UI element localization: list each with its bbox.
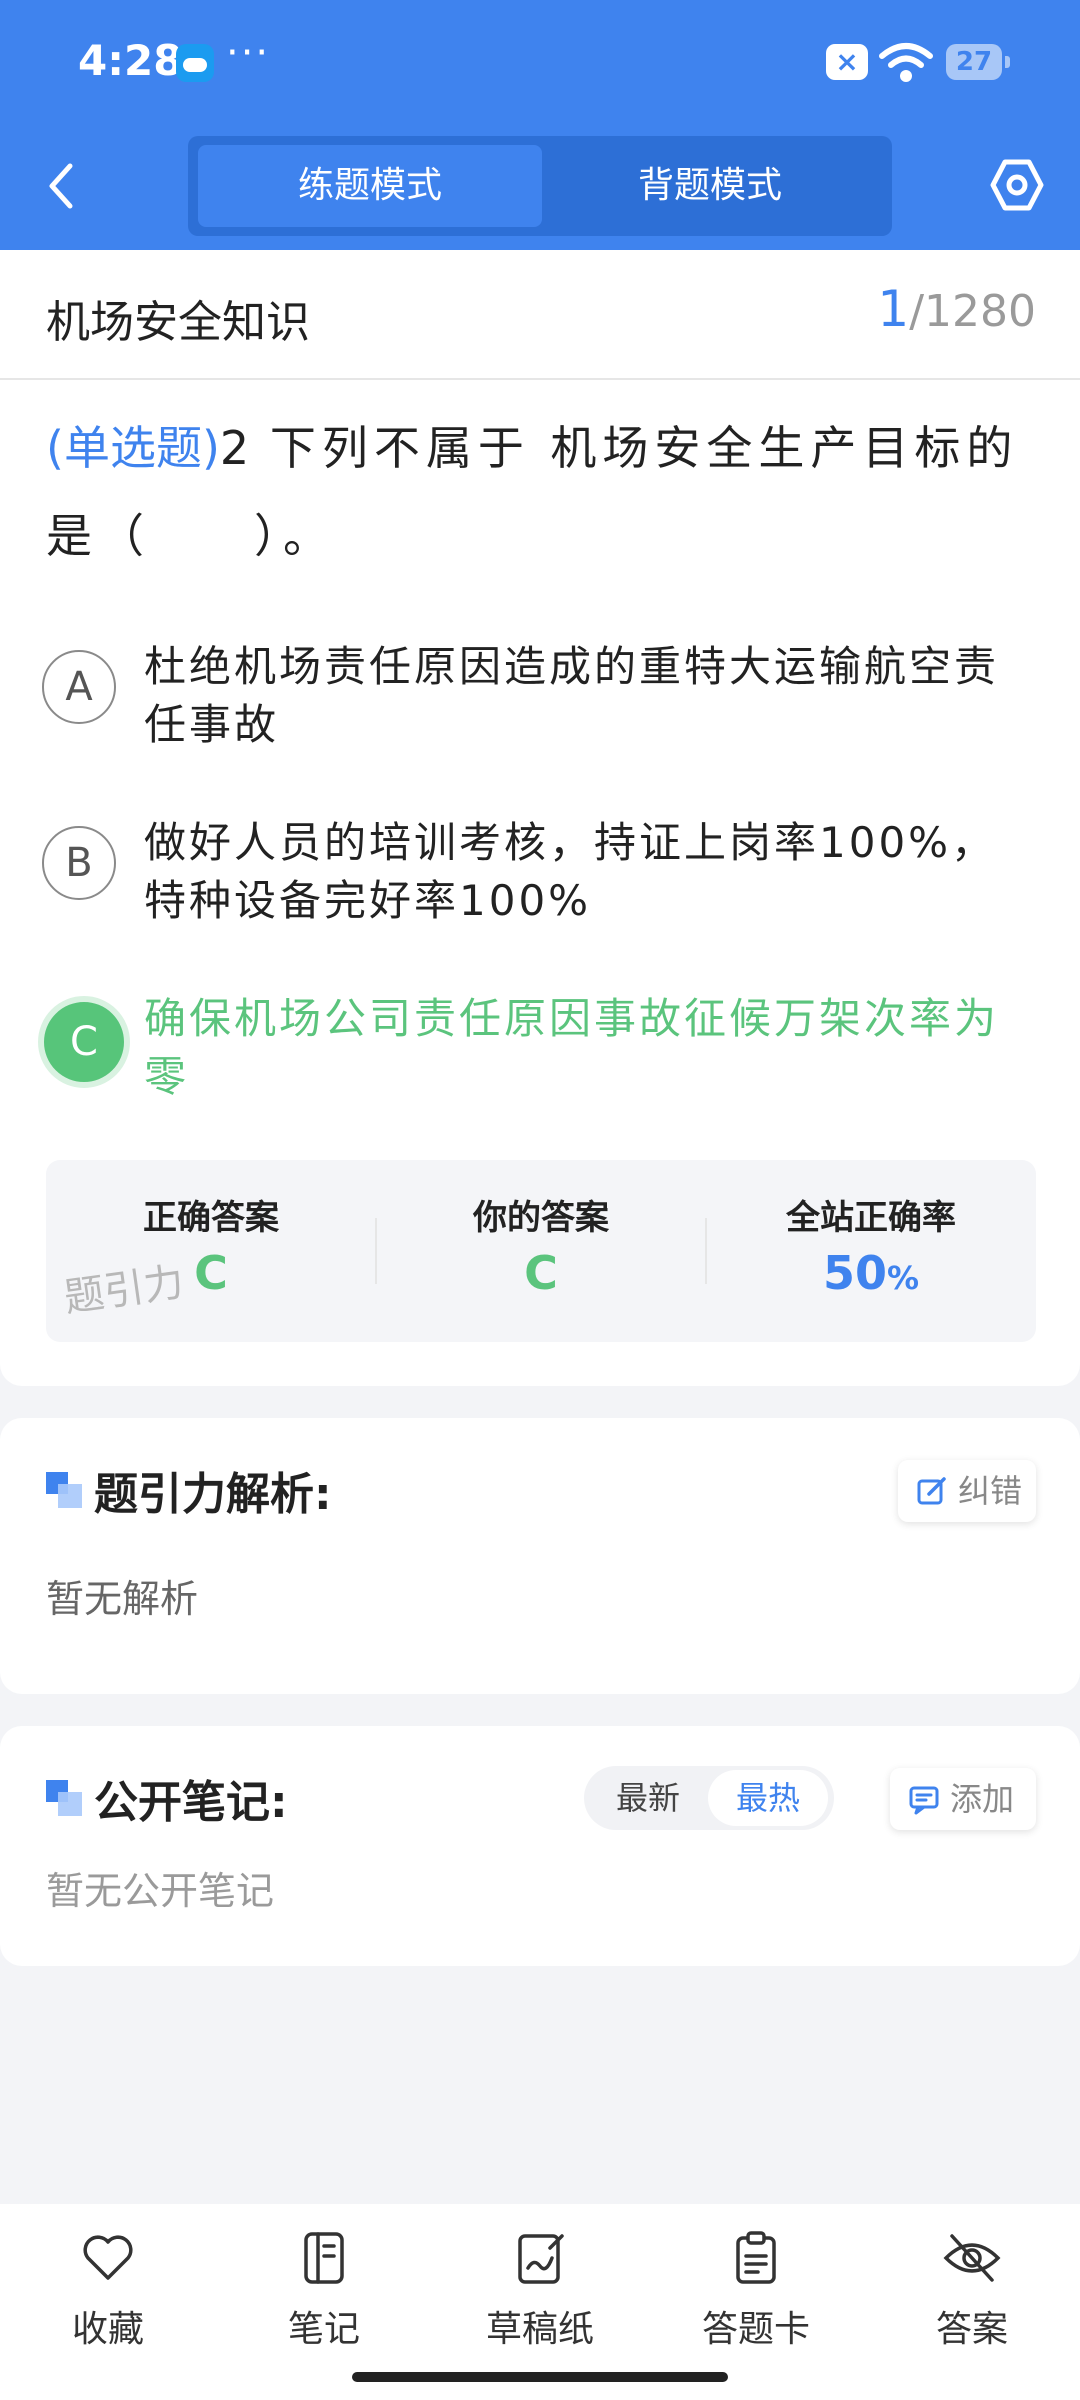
notes-card: 公开笔记: 最新 最热 添加 暂无公开笔记 — [0, 1726, 1080, 1966]
settings-icon[interactable] — [988, 156, 1046, 214]
site-accuracy: 全站正确率 50% — [706, 1160, 1036, 1342]
heart-icon — [83, 2235, 133, 2280]
site-accuracy-value: 50% — [706, 1246, 1036, 1300]
notes-label: 笔记 — [287, 2309, 360, 2350]
mode-toggle: 练题模式 背题模式 — [188, 136, 892, 236]
your-answer: 你的答案 C — [376, 1160, 706, 1342]
answer-sheet-label: 答题卡 — [701, 2309, 810, 2350]
report-error-label: 纠错 — [958, 1472, 1023, 1510]
favorite-button[interactable]: 收藏 — [0, 2228, 216, 2352]
edit-icon — [917, 1477, 946, 1505]
answer-sheet-button[interactable]: 答题卡 — [648, 2228, 864, 2352]
scratch-paper-button[interactable]: 草稿纸 — [432, 2228, 648, 2352]
option-text: 确保机场公司责任原因事故征候万架次率为零 — [144, 994, 1000, 1101]
eye-off-icon — [943, 2234, 1001, 2282]
answer-toggle-label: 答案 — [935, 2309, 1008, 2350]
subject-title: 机场安全知识 — [46, 297, 310, 348]
tab-practice-mode[interactable]: 练题模式 — [198, 145, 542, 227]
battery-icon: 27 — [946, 44, 1010, 80]
report-error-button[interactable]: 纠错 — [898, 1460, 1036, 1522]
option-c[interactable]: C 确保机场公司责任原因事故征候万架次率为零 — [38, 994, 1038, 1112]
add-note-button[interactable]: 添加 — [890, 1768, 1036, 1830]
wifi-icon — [879, 43, 933, 82]
back-arrow-icon[interactable] — [42, 158, 82, 214]
analysis-title: 题引力解析: — [94, 1469, 332, 1520]
sort-hot[interactable]: 最热 — [708, 1770, 828, 1826]
answer-toggle-button[interactable]: 答案 — [864, 2228, 1080, 2352]
option-text: 做好人员的培训考核，持证上岗率100%，特种设备完好率100% — [144, 818, 997, 925]
question-header: 机场安全知识 1/1280 — [0, 250, 1080, 380]
section-marker-icon — [46, 1780, 82, 1816]
more-notifications-icon: ··· — [226, 30, 271, 76]
notes-button[interactable]: 笔记 — [216, 2228, 432, 2352]
section-marker-icon — [46, 1472, 82, 1508]
site-accuracy-label: 全站正确率 — [786, 1198, 956, 1238]
close-notification-icon: × — [826, 44, 868, 80]
sort-latest[interactable]: 最新 — [588, 1770, 708, 1826]
weather-icon — [176, 44, 214, 82]
status-bar: 4:28 ··· × 27 — [0, 0, 1080, 125]
scratch-paper-label: 草稿纸 — [485, 2309, 594, 2350]
bottom-toolbar: 收藏 笔记 草稿纸 答题卡 答案 — [0, 2204, 1080, 2400]
clipboard-icon — [736, 2231, 776, 2284]
top-bar: 4:28 ··· × 27 练题模式 背题模式 — [0, 0, 1080, 250]
total-question-count: /1280 — [909, 286, 1036, 337]
scratch-paper-icon — [518, 2234, 564, 2284]
notes-title: 公开笔记: — [94, 1777, 288, 1828]
tab-recite-mode[interactable]: 背题模式 — [538, 145, 882, 227]
notes-sort-toggle: 最新 最热 — [584, 1766, 834, 1830]
option-b[interactable]: B 做好人员的培训考核，持证上岗率100%，特种设备完好率100% — [42, 818, 1038, 936]
notes-empty-text: 暂无公开笔记 — [46, 1869, 275, 1913]
question-number: 2 — [219, 421, 250, 475]
option-letter: C — [38, 996, 130, 1088]
correct-answer-label: 正确答案 — [143, 1198, 279, 1238]
analysis-card: 题引力解析: 纠错 暂无解析 — [0, 1418, 1080, 1694]
add-note-label: 添加 — [950, 1780, 1015, 1818]
option-a[interactable]: A 杜绝机场责任原因造成的重特大运输航空责任事故 — [42, 642, 1038, 760]
your-answer-label: 你的答案 — [473, 1198, 609, 1238]
question-text: (单选题)2 下列不属于 机场安全生产目标的是（ ）。 — [46, 404, 1036, 580]
status-time: 4:28 — [78, 36, 183, 85]
option-letter: A — [42, 650, 116, 724]
accuracy-unit: % — [886, 1259, 920, 1297]
question-card: (单选题)2 下列不属于 机场安全生产目标的是（ ）。 A 杜绝机场责任原因造成… — [0, 380, 1080, 1386]
home-indicator[interactable] — [352, 2372, 728, 2382]
option-text: 杜绝机场责任原因造成的重特大运输航空责任事故 — [144, 642, 1000, 749]
option-letter: B — [42, 826, 116, 900]
notebook-icon — [304, 2232, 344, 2284]
question-type: (单选题) — [46, 421, 220, 475]
favorite-label: 收藏 — [71, 2309, 144, 2350]
current-question-number: 1 — [877, 280, 910, 338]
question-progress: 1/1280 — [877, 280, 1036, 338]
comment-icon — [909, 1786, 939, 1815]
analysis-empty-text: 暂无解析 — [46, 1577, 199, 1621]
accuracy-number: 50 — [822, 1246, 887, 1300]
your-answer-value: C — [524, 1246, 558, 1300]
answer-summary: 正确答案 C 你的答案 C 全站正确率 50% 题引力 — [46, 1160, 1036, 1342]
